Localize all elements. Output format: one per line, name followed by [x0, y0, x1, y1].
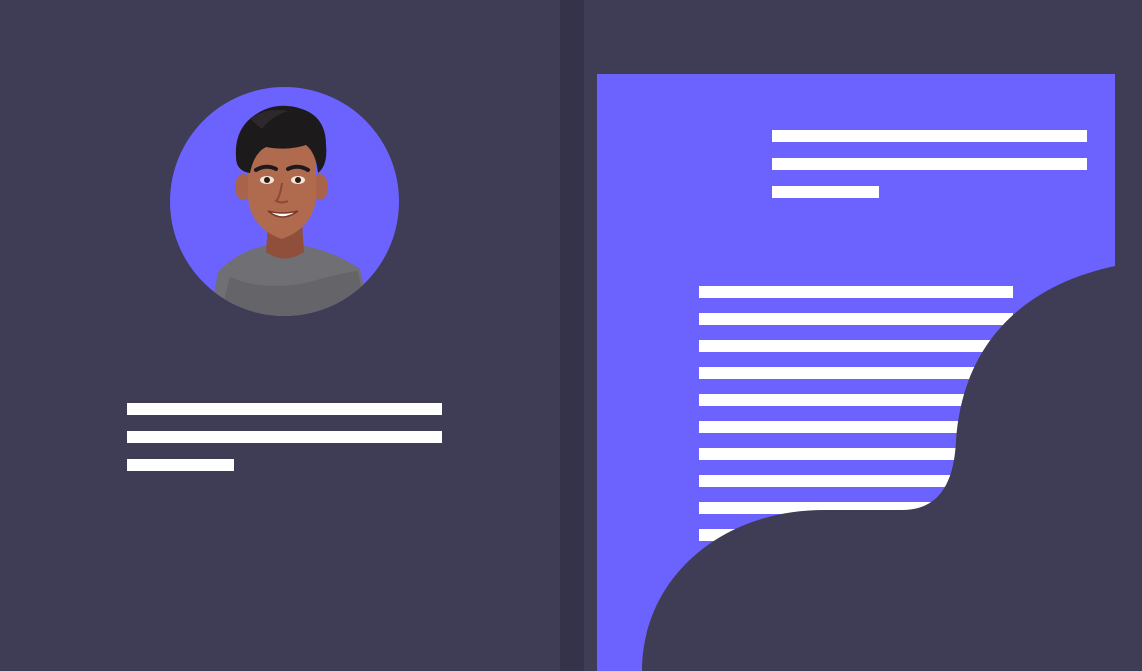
- profile-text-line-3: [127, 459, 234, 471]
- profile-text-line-1: [127, 403, 442, 415]
- avatar-illustration: [210, 105, 370, 316]
- page-curl-shape: [642, 266, 1142, 671]
- user-avatar-icon[interactable]: [170, 87, 399, 316]
- document-panel: [584, 0, 1142, 671]
- profile-text-line-2: [127, 431, 442, 443]
- panel-divider: [560, 0, 584, 671]
- profile-panel: [0, 0, 560, 671]
